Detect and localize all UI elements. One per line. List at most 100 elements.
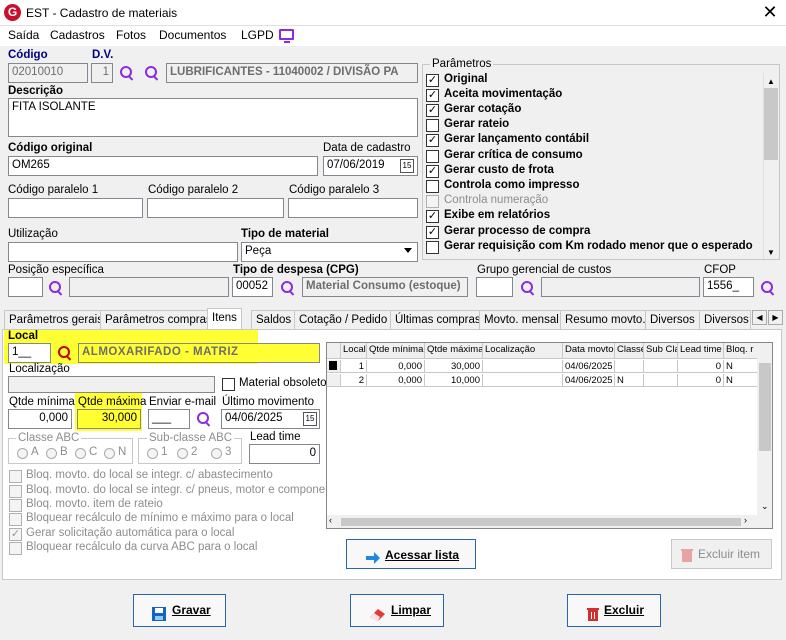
scroll-down-icon[interactable]: ▼: [767, 248, 775, 257]
cell-sub-classe[interactable]: [644, 374, 678, 387]
grid-col-classe[interactable]: Classe: [615, 343, 644, 358]
cell-lead-time[interactable]: 0: [678, 360, 724, 373]
param-checkbox[interactable]: [426, 119, 439, 132]
search-grupo-gerencial-icon[interactable]: [520, 280, 536, 296]
param-checkbox[interactable]: ✓: [426, 104, 439, 117]
utilizacao-field[interactable]: [8, 242, 238, 262]
tipo-despesa-code-field[interactable]: 00052: [232, 277, 273, 297]
cell-qtde-maxima[interactable]: 30,000: [425, 360, 483, 373]
cell-local[interactable]: 2: [341, 374, 367, 387]
menu-saida[interactable]: Saída: [8, 28, 39, 42]
tab-parametros-compras[interactable]: Parâmetros compras: [100, 310, 217, 329]
qtde-maxima-field[interactable]: 30,000: [77, 409, 141, 429]
search-email-icon[interactable]: [196, 411, 212, 427]
tab-scroll-left-icon[interactable]: ◀: [752, 310, 767, 325]
grid-vscroll-thumb[interactable]: [759, 363, 771, 451]
cell-qtde-minima[interactable]: 0,000: [367, 374, 425, 387]
monitor-icon[interactable]: [279, 29, 294, 43]
search-local-icon[interactable]: [57, 345, 73, 361]
cell-localizacao[interactable]: [483, 360, 563, 373]
cell-qtde-minima[interactable]: 0,000: [367, 360, 425, 373]
grid-col-lead-time[interactable]: Lead time: [678, 343, 724, 358]
grid-hscroll-thumb[interactable]: [341, 518, 741, 526]
search-icon[interactable]: [119, 65, 135, 81]
cell-data-movto[interactable]: 04/06/2025: [563, 374, 615, 387]
tab-movto-mensal[interactable]: Movto. mensal: [479, 310, 564, 329]
itens-grid[interactable]: Local Qtde mínima Qtde máxima Localizaçã…: [326, 342, 773, 529]
cell-data-movto[interactable]: 04/06/2025: [563, 360, 615, 373]
cell-bloq[interactable]: N: [724, 360, 758, 373]
posicao-code-field[interactable]: [8, 277, 43, 297]
parametros-scroll-thumb[interactable]: [764, 88, 778, 160]
search-despesa-icon[interactable]: [280, 280, 296, 296]
tab-saldos[interactable]: Saldos: [251, 310, 297, 329]
paralelo2-field[interactable]: [147, 198, 284, 218]
codigo-field[interactable]: 02010010: [8, 63, 88, 83]
search-posicao-icon[interactable]: [48, 280, 64, 296]
enviar-email-field[interactable]: ___: [148, 409, 190, 429]
codigo-original-field[interactable]: OM265: [8, 156, 318, 176]
paralelo3-field[interactable]: [288, 198, 418, 218]
material-obsoleto-checkbox[interactable]: [222, 378, 235, 391]
close-icon[interactable]: ✕: [760, 2, 780, 22]
cell-localizacao[interactable]: [483, 374, 563, 387]
param-checkbox[interactable]: [426, 241, 439, 254]
tipo-material-select[interactable]: Peça: [241, 242, 418, 262]
grid-col-localizacao[interactable]: Localização: [483, 343, 563, 358]
lead-time-field[interactable]: 0: [249, 444, 320, 464]
cell-qtde-maxima[interactable]: 10,000: [425, 374, 483, 387]
param-checkbox[interactable]: ✓: [426, 165, 439, 178]
cell-classe[interactable]: [615, 360, 644, 373]
param-checkbox[interactable]: ✓: [426, 74, 439, 87]
param-checkbox[interactable]: ✓: [426, 226, 439, 239]
tab-parametros-gerais[interactable]: Parâmetros gerais: [4, 310, 108, 329]
grid-col-data-movto[interactable]: Data movto: [563, 343, 615, 358]
gravar-button[interactable]: Gravar: [133, 594, 226, 627]
menu-documentos[interactable]: Documentos: [159, 28, 226, 42]
tab-cotacao-pedido[interactable]: Cotação / Pedido: [294, 310, 393, 329]
cell-classe[interactable]: N: [615, 374, 644, 387]
descricao-field[interactable]: FITA ISOLANTE: [8, 98, 418, 137]
paralelo1-field[interactable]: [8, 198, 143, 218]
calendar-icon[interactable]: 15: [400, 159, 414, 173]
tab-resumo-movto[interactable]: Resumo movto.: [560, 310, 651, 329]
menu-lgpd[interactable]: LGPD: [241, 28, 274, 42]
qtde-minima-field[interactable]: 0,000: [8, 409, 72, 429]
limpar-button[interactable]: Limpar: [350, 594, 444, 627]
grupo-gerencial-code-field[interactable]: [476, 277, 513, 297]
grid-scroll-right-icon[interactable]: ›: [744, 515, 747, 525]
acessar-lista-button[interactable]: Acessar lista: [346, 539, 476, 569]
param-checkbox[interactable]: ✓: [426, 210, 439, 223]
tab-diversos-2[interactable]: Diversos 2: [699, 310, 751, 329]
calendar-movimento-icon[interactable]: 15: [303, 412, 317, 426]
param-checkbox[interactable]: ✓: [426, 89, 439, 102]
scroll-up-icon[interactable]: ▲: [767, 77, 775, 86]
menu-cadastros[interactable]: Cadastros: [50, 28, 105, 42]
tab-itens[interactable]: Itens: [207, 308, 242, 330]
cell-local[interactable]: 1: [341, 360, 367, 373]
search-group-icon[interactable]: [144, 65, 160, 81]
grid-col-local[interactable]: Local: [341, 343, 367, 358]
grid-scroll-left-icon[interactable]: ‹: [329, 515, 332, 525]
tab-ultimas-compras[interactable]: Últimas compras: [390, 310, 486, 329]
trash-icon: [586, 603, 600, 621]
cell-sub-classe[interactable]: [644, 360, 678, 373]
menu-fotos[interactable]: Fotos: [116, 28, 146, 42]
param-checkbox[interactable]: [426, 180, 439, 193]
grid-col-sub-classe[interactable]: Sub Cla: [644, 343, 678, 358]
param-checkbox[interactable]: [426, 150, 439, 163]
excluir-button[interactable]: Excluir: [567, 594, 661, 627]
search-cfop-icon[interactable]: [760, 280, 776, 296]
grid-col-qtde-minima[interactable]: Qtde mínima: [367, 343, 425, 358]
grid-scroll-down-icon[interactable]: ⌄: [761, 501, 769, 512]
cell-bloq[interactable]: N: [724, 374, 758, 387]
tab-diversos[interactable]: Diversos: [645, 310, 700, 329]
param-checkbox[interactable]: ✓: [426, 134, 439, 147]
chevron-down-icon[interactable]: [404, 248, 412, 253]
grid-col-bloq[interactable]: Bloq. r: [724, 343, 758, 358]
cfop-field[interactable]: 1556_: [703, 277, 754, 297]
tab-scroll-right-icon[interactable]: ▶: [768, 310, 783, 325]
cell-lead-time[interactable]: 0: [678, 374, 724, 387]
grid-col-qtde-maxima[interactable]: Qtde máxima: [425, 343, 483, 358]
local-code-field[interactable]: 1__: [8, 343, 51, 363]
